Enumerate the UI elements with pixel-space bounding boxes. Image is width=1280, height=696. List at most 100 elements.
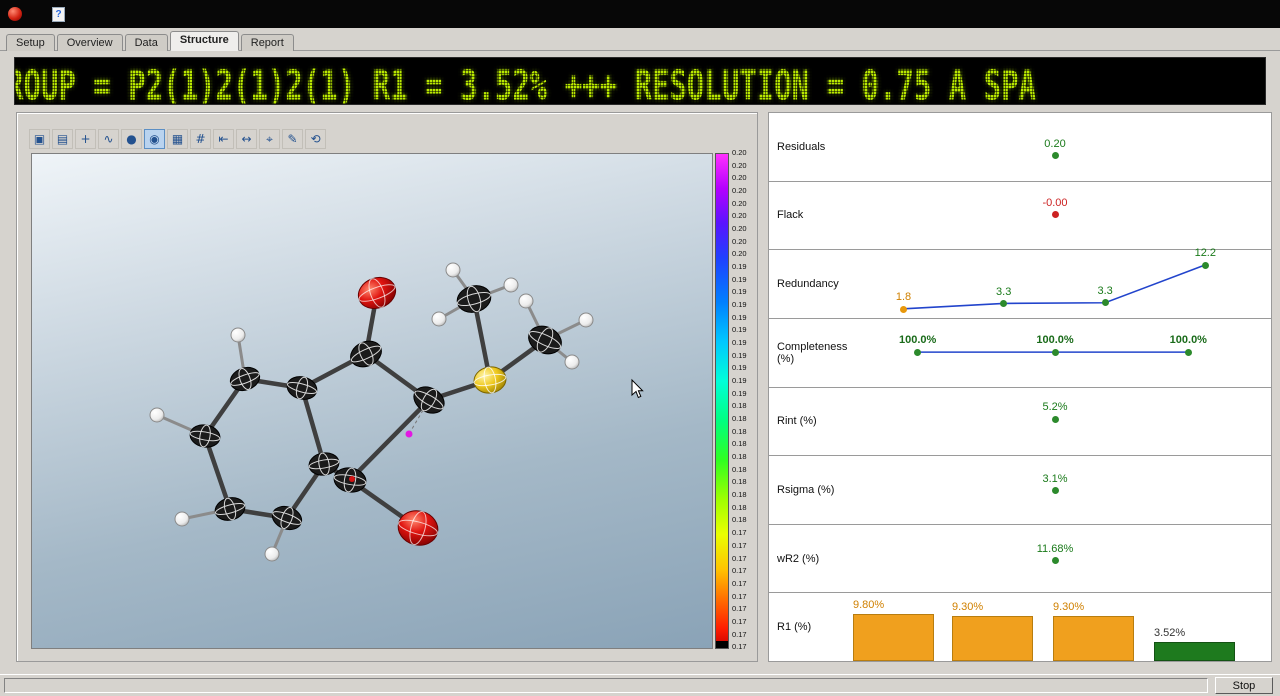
colorbar-tick-label: 0.19 — [732, 314, 762, 322]
copy-view-icon[interactable]: ▤ — [52, 129, 73, 149]
snapshot-icon[interactable]: ▣ — [29, 129, 50, 149]
colorbar-tick-label: 0.20 — [732, 149, 762, 157]
chart-row-title: Completeness (%) — [769, 319, 853, 387]
led-marquee: ROUP = P2(1)2(1)2(1) R1 = 3.52% +++ RESO… — [14, 57, 1266, 105]
statistics-panel: Residuals0.20Flack-0.00Redundancy1.83.33… — [768, 112, 1272, 662]
colorbar-tick-label: 0.18 — [732, 428, 762, 436]
molecule-svg — [32, 154, 714, 650]
colorbar-tick-label: 0.20 — [732, 200, 762, 208]
colorbar-tick-label: 0.18 — [732, 516, 762, 524]
range-icon[interactable]: ↔ — [236, 129, 257, 149]
reset-view-icon[interactable]: ⟲ — [305, 129, 326, 149]
tab-strip: Setup Overview Data Structure Report — [0, 28, 1280, 51]
data-point-label: 11.68% — [1037, 543, 1074, 555]
data-point-label: 12.2 — [1195, 247, 1216, 259]
line-series — [853, 250, 1257, 318]
label-icon[interactable]: ✎ — [282, 129, 303, 149]
tabs: Setup Overview Data Structure Report — [6, 31, 296, 51]
chart-row-title: Rsigma (%) — [769, 456, 853, 524]
chart-row: Redundancy1.83.33.312.2 — [769, 250, 1271, 319]
colorbar-tick-label: 0.19 — [732, 288, 762, 296]
first-icon[interactable]: ⇤ — [213, 129, 234, 149]
chart-area-scatter: 11.68% — [853, 525, 1257, 593]
tab-setup[interactable]: Setup — [6, 34, 55, 51]
colorbar-tick-label: 0.19 — [732, 301, 762, 309]
data-point — [1052, 487, 1059, 494]
ellipsoid-mode-icon[interactable]: ◉ — [144, 129, 165, 149]
colorbar-tick-label: 0.17 — [732, 567, 762, 575]
molecule-viewport[interactable] — [31, 153, 713, 649]
colorbar-tick-label: 0.17 — [732, 593, 762, 601]
colorbar-labels: 0.20 0.20 0.20 0.20 0.20 0.20 0.20 0.20 0.20 0.19… — [732, 149, 762, 651]
chart-row-title: R1 (%) — [769, 593, 853, 661]
data-point-label: 100.0% — [1170, 334, 1207, 346]
chart-area-scatter: -0.00 — [853, 182, 1257, 250]
data-point-label: 0.20 — [1044, 138, 1065, 150]
colorbar-tick-label: 0.19 — [732, 352, 762, 360]
sphere-mode-icon[interactable]: ● — [121, 129, 142, 149]
chart-row: Residuals0.20 — [769, 113, 1271, 182]
q-peak-magenta — [406, 431, 413, 438]
bonds-group — [205, 293, 545, 528]
tab-structure[interactable]: Structure — [170, 31, 239, 51]
colorbar-tick-label: 0.20 — [732, 250, 762, 258]
bar-label: 9.30% — [1053, 601, 1084, 613]
structure-viewer-panel: ▣▤+∿●◉▦#⇤↔⌖✎⟲ — [16, 112, 758, 662]
help-icon[interactable]: ? — [52, 7, 65, 22]
status-bar: Stop — [0, 674, 1280, 696]
chart-row-title: Redundancy — [769, 250, 853, 318]
data-point — [1052, 152, 1059, 159]
chart-row: R1 (%)9.80%9.30%9.30%3.52% — [769, 593, 1271, 661]
colorbar-tick-label: 0.17 — [732, 605, 762, 613]
colorbar-tick-label: 0.20 — [732, 187, 762, 195]
data-point — [1052, 557, 1059, 564]
colorbar-tick-label: 0.19 — [732, 263, 762, 271]
settings-icon[interactable]: + — [75, 129, 96, 149]
colorbar-tick-label: 0.20 — [732, 174, 762, 182]
chart-row-title: wR2 (%) — [769, 525, 853, 593]
chart-area-scatter: 3.1% — [853, 456, 1257, 524]
data-point — [1185, 349, 1192, 356]
colorbar-tick-label: 0.18 — [732, 466, 762, 474]
tab-overview[interactable]: Overview — [57, 34, 123, 51]
chart-row: Flack-0.00 — [769, 182, 1271, 251]
status-field — [4, 678, 1208, 693]
tab-report[interactable]: Report — [241, 34, 294, 51]
measure-icon[interactable]: ⌖ — [259, 129, 280, 149]
colorbar-tick-label: 0.17 — [732, 580, 762, 588]
colorbar-tick-label: 0.17 — [732, 631, 762, 639]
data-point — [900, 306, 907, 313]
tab-data[interactable]: Data — [125, 34, 168, 51]
marquee-text: ROUP = P2(1)2(1)2(1) R1 = 3.52% +++ RESO… — [14, 61, 1036, 105]
data-point-label: 3.1% — [1042, 473, 1067, 485]
data-point — [914, 349, 921, 356]
colorbar-tick-label: 0.19 — [732, 377, 762, 385]
stop-button[interactable]: Stop — [1215, 677, 1273, 694]
colorbar-tick-label: 0.17 — [732, 555, 762, 563]
chart-row: wR2 (%) 11.68% — [769, 525, 1271, 594]
data-point — [1202, 262, 1209, 269]
atom-table-icon[interactable]: ▦ — [167, 129, 188, 149]
colorbar-tick-label: 0.20 — [732, 212, 762, 220]
chart-area-scatter: 5.2% — [853, 388, 1257, 456]
colorbar-tick-label: 0.17 — [732, 643, 762, 651]
data-point-label: 1.8 — [896, 291, 911, 303]
colorbar-tick-label: 0.20 — [732, 225, 762, 233]
colorbar-tick-label: 0.18 — [732, 478, 762, 486]
colorbar-tick-label: 0.20 — [732, 238, 762, 246]
chart-area-bar: 9.80%9.30%9.30%3.52% — [853, 593, 1257, 661]
chart-area-scatter: 0.20 — [853, 113, 1257, 181]
data-point-label: -0.00 — [1042, 197, 1067, 209]
chart-row-title: Rint (%) — [769, 388, 853, 456]
curve-icon[interactable]: ∿ — [98, 129, 119, 149]
colorbar-tick-label: 0.17 — [732, 542, 762, 550]
colorbar-tick-label: 0.19 — [732, 276, 762, 284]
bar — [1154, 642, 1235, 661]
chart-row: Rint (%)5.2% — [769, 388, 1271, 457]
colorbar-tick-label: 0.19 — [732, 339, 762, 347]
chart-rows: Residuals0.20Flack-0.00Redundancy1.83.33… — [769, 113, 1271, 661]
colorbar-tick-label: 0.19 — [732, 364, 762, 372]
hkl-icon[interactable]: # — [190, 129, 211, 149]
colorbar-tick-label: 0.18 — [732, 415, 762, 423]
colorbar-tick-label: 0.20 — [732, 162, 762, 170]
